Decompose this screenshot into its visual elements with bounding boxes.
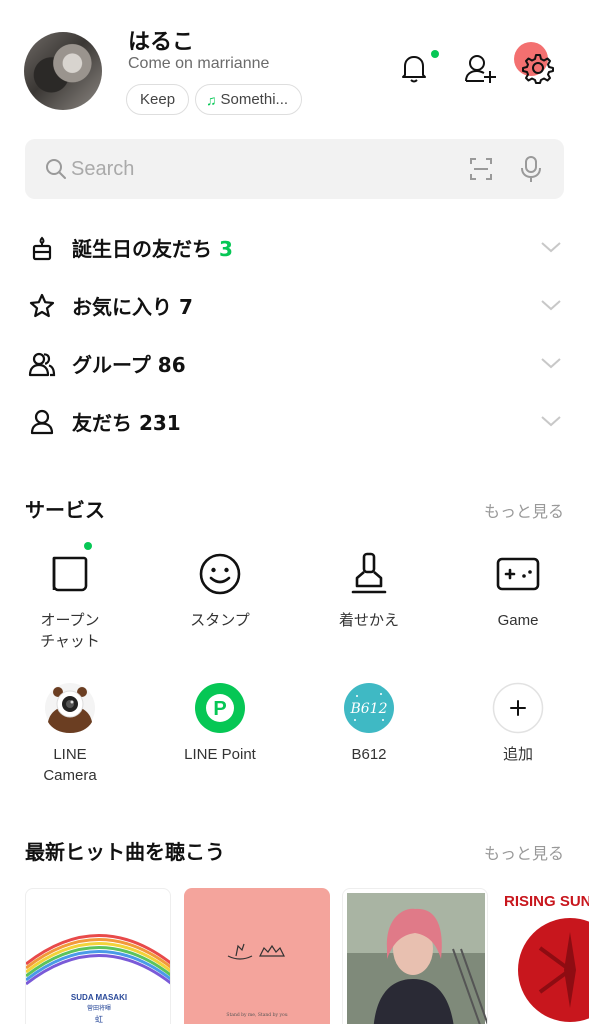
service-openchat[interactable]: オープン チャット — [10, 542, 130, 652]
service-label: 着せかえ — [338, 612, 399, 629]
photo-artwork — [347, 893, 487, 1024]
album-card[interactable] — [342, 888, 488, 1024]
service-add[interactable]: 追加 — [458, 682, 578, 765]
keep-chip[interactable]: Keep — [126, 84, 190, 115]
line-point-icon: P — [195, 683, 245, 733]
red-sun-artwork: RISING SUN TO T — [504, 893, 589, 1022]
section-label: お気に入り 7 — [72, 295, 193, 319]
line-point-badge-text: P — [213, 698, 226, 720]
pink-artwork: Stand by me, Stand by you — [226, 943, 288, 1018]
section-count: 7 — [178, 295, 193, 319]
section-label: 誕生日の友だち 3 — [72, 237, 233, 261]
service-line-camera[interactable]: LINE Camera — [10, 682, 130, 786]
profile-music-chip[interactable]: ♫ Somethi... — [195, 84, 303, 115]
album-card[interactable]: RISING SUN TO T — [500, 888, 589, 1024]
service-game[interactable]: Game — [458, 548, 578, 631]
service-label: LINE Camera — [43, 746, 97, 784]
service-label: Game — [497, 612, 539, 629]
album-title: RISING SUN TO T — [504, 893, 589, 910]
b612-icon: B612 — [344, 683, 394, 733]
section-count: 3 — [218, 237, 233, 261]
album-title: 虹 — [95, 1015, 103, 1024]
service-label: スタンプ — [190, 612, 250, 629]
add-friend-icon[interactable] — [462, 50, 498, 86]
group-icon — [28, 352, 56, 377]
search-bar[interactable] — [25, 139, 564, 199]
sticker-icon — [199, 553, 241, 595]
line-camera-bear-icon — [45, 683, 95, 733]
notification-dot — [431, 50, 439, 58]
chevron-down-icon — [541, 358, 561, 369]
star-icon — [29, 293, 55, 318]
avatar[interactable] — [24, 32, 102, 110]
rainbow-artwork: SUDA MASAKI 菅田将暉 虹 — [26, 934, 170, 1024]
service-sticker[interactable]: スタンプ — [160, 548, 280, 631]
qr-scan-icon[interactable] — [469, 157, 493, 181]
profile-header: はるこ Come on marrianne Keep ♫ Somethi... — [0, 0, 589, 130]
chevron-down-icon — [541, 242, 561, 253]
chevron-down-icon — [541, 416, 561, 427]
service-label: B612 — [351, 746, 387, 763]
settings-gear-icon[interactable] — [520, 50, 556, 86]
services-see-more-link[interactable]: もっと見る — [484, 498, 564, 522]
profile-status-message[interactable]: Come on marrianne — [128, 55, 269, 73]
music-title: 最新ヒット曲を聴こう — [25, 840, 225, 864]
profile-music-label: Somethi... — [220, 91, 289, 108]
section-favorites[interactable]: お気に入り 7 — [0, 276, 589, 334]
new-badge-dot — [84, 542, 92, 550]
search-input[interactable] — [71, 153, 451, 185]
section-groups[interactable]: グループ 86 — [0, 334, 589, 392]
section-count: 86 — [157, 353, 186, 377]
album-artist-sub: 菅田将暉 — [87, 1004, 111, 1012]
notification-bell-icon[interactable] — [396, 50, 432, 86]
section-count: 231 — [138, 411, 181, 435]
keep-chip-label: Keep — [140, 91, 176, 108]
profile-name[interactable]: はるこ — [128, 24, 194, 56]
chevron-down-icon — [541, 300, 561, 311]
music-see-more-link[interactable]: もっと見る — [484, 840, 564, 864]
service-label: オープン チャット — [40, 612, 100, 650]
service-label: LINE Point — [184, 746, 256, 763]
birthday-cake-icon — [32, 236, 52, 261]
services-title: サービス — [25, 498, 105, 522]
album-artist: SUDA MASAKI — [71, 993, 127, 1002]
album-card[interactable]: SUDA MASAKI 菅田将暉 虹 — [25, 888, 171, 1024]
section-friends[interactable]: 友だち 231 — [0, 392, 589, 450]
section-birthdays[interactable]: 誕生日の友だち 3 — [0, 218, 589, 276]
section-label: グループ 86 — [72, 353, 186, 377]
openchat-icon — [52, 556, 88, 592]
search-icon — [46, 159, 66, 179]
section-label: 友だち 231 — [72, 411, 181, 435]
game-controller-icon — [496, 557, 540, 591]
person-icon — [30, 409, 54, 435]
service-b612[interactable]: B612 B612 — [309, 682, 429, 765]
album-caption: Stand by me, Stand by you — [226, 1012, 287, 1018]
album-card[interactable]: Stand by me, Stand by you — [184, 888, 330, 1024]
service-label: 追加 — [502, 746, 533, 763]
b612-badge-text: B612 — [349, 701, 387, 717]
service-theme[interactable]: 着せかえ — [309, 548, 429, 631]
theme-brush-icon — [351, 552, 387, 594]
music-note-icon: ♫ — [206, 91, 217, 108]
microphone-icon[interactable] — [520, 155, 542, 183]
add-icon — [492, 682, 544, 734]
service-line-point[interactable]: P LINE Point — [160, 682, 280, 765]
